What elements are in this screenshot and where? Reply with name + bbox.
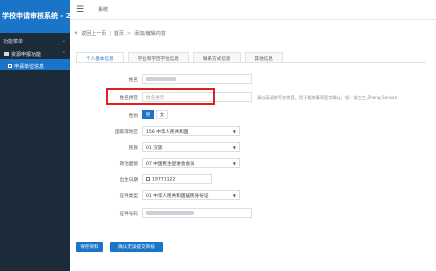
politics-value: 07 中国民主促进会会员	[146, 162, 195, 167]
highlight-box	[106, 88, 215, 105]
country-select[interactable]: 156 中华人民共和国 ▼	[142, 126, 240, 136]
name-field[interactable]	[142, 74, 252, 84]
politics-select[interactable]: 07 中国民主促进会会员 ▼	[142, 158, 240, 168]
row-country: 国家或地区 156 中华人民共和国 ▼	[76, 126, 426, 138]
folder-icon	[4, 52, 9, 56]
top-tab-system[interactable]: 系统	[92, 6, 114, 13]
back-icon[interactable]: ↰	[74, 31, 78, 37]
idtype-label: 证件类型	[119, 194, 138, 199]
pinyin-hint: 请以英语拼写名拼音，用于相关事项签字确认，如：张三三 Zheng Sensan	[257, 95, 398, 100]
caret-down-icon: ▼	[232, 145, 236, 150]
tab-education[interactable]: 学业和学历学位信息	[127, 52, 189, 62]
calendar-icon	[146, 177, 150, 181]
idtype-value: 01 中华人民共和国居民身份证	[146, 194, 209, 199]
redacted-value	[146, 211, 194, 215]
birth-value: 19771122	[152, 177, 176, 183]
app-brand: 学校申请审核系统 - 2	[0, 0, 70, 33]
breadcrumb-current: 添加/编辑内容	[134, 31, 166, 37]
chevron-up-icon: ⌃	[61, 51, 66, 57]
chevron-down-icon: ⌄	[61, 38, 66, 44]
row-idnum: 证件号码	[76, 208, 426, 220]
breadcrumb-back[interactable]: 返回上一页	[81, 30, 106, 37]
gender-toggle: 男 女	[142, 110, 168, 119]
sidebar-group-label: 资源申报功能	[11, 51, 42, 58]
redacted-value	[146, 77, 176, 81]
country-label: 国家或地区	[115, 130, 138, 135]
birth-label: 出生日期	[119, 178, 138, 183]
top-bar: ☰ 系统	[70, 0, 436, 20]
breadcrumb-separator: |	[109, 30, 111, 37]
tab-other[interactable]: 其他信息	[244, 52, 283, 62]
submit-review-button[interactable]: 确认无误提交审核	[110, 242, 163, 252]
sidebar-section-label: 功能菜单	[3, 38, 24, 45]
save-button[interactable]: 保存资料	[76, 242, 103, 252]
birth-date-input[interactable]: 19771122	[142, 174, 212, 184]
sidebar-item-label: 申请单位信息	[14, 63, 45, 70]
row-ethnicity: 民族 01 汉族 ▼	[76, 142, 426, 154]
caret-down-icon: ▼	[232, 193, 236, 198]
breadcrumb-arrow-icon: >	[126, 30, 132, 37]
hamburger-icon[interactable]: ☰	[70, 5, 90, 15]
name-label: 姓名	[128, 78, 138, 83]
sidebar-section[interactable]: 功能菜单 ⌄	[0, 33, 70, 46]
idtype-select[interactable]: 01 中华人民共和国居民身份证 ▼	[142, 190, 240, 200]
row-birth: 出生日期 19771122	[76, 174, 426, 186]
tab-basic-info[interactable]: 个人基本信息	[76, 52, 124, 62]
caret-down-icon: ▼	[232, 129, 236, 134]
caret-down-icon: ▼	[232, 161, 236, 166]
gender-male-button[interactable]: 男	[142, 110, 154, 119]
row-gender: 性别 男 女	[76, 110, 426, 122]
gender-female-button[interactable]: 女	[156, 110, 168, 119]
row-idtype: 证件类型 01 中华人民共和国居民身份证 ▼	[76, 190, 426, 202]
ethnicity-label: 民族	[128, 146, 138, 151]
breadcrumb-home[interactable]: 首页	[114, 30, 124, 37]
tab-contact[interactable]: 联系方式信息	[192, 52, 241, 62]
idnum-label: 证件号码	[119, 212, 138, 217]
sidebar-item-applicant[interactable]: 申请单位信息	[0, 59, 70, 70]
country-value: 156 中华人民共和国	[146, 130, 189, 135]
ethnicity-value: 01 汉族	[146, 146, 163, 151]
breadcrumb: ↰ 返回上一页 | 首页 > 添加/编辑内容	[74, 30, 166, 38]
row-name: 姓名	[76, 74, 426, 86]
idnum-field[interactable]	[142, 208, 252, 218]
row-politics: 政治面貌 07 中国民主促进会会员 ▼	[76, 158, 426, 170]
sidebar: 学校申请审核系统 - 2 功能菜单 ⌄ 资源申报功能 ⌃ 申请单位信息	[0, 0, 70, 271]
app-root: 学校申请审核系统 - 2 功能菜单 ⌄ 资源申报功能 ⌃ 申请单位信息 ☰ 系统…	[0, 0, 436, 271]
sidebar-group-resource[interactable]: 资源申报功能 ⌃	[0, 46, 70, 59]
document-icon	[8, 64, 12, 68]
politics-label: 政治面貌	[119, 162, 138, 167]
ethnicity-select[interactable]: 01 汉族 ▼	[142, 142, 240, 152]
gender-label: 性别	[128, 114, 138, 119]
form-tabs: 个人基本信息 学业和学历学位信息 联系方式信息 其他信息	[76, 52, 426, 63]
